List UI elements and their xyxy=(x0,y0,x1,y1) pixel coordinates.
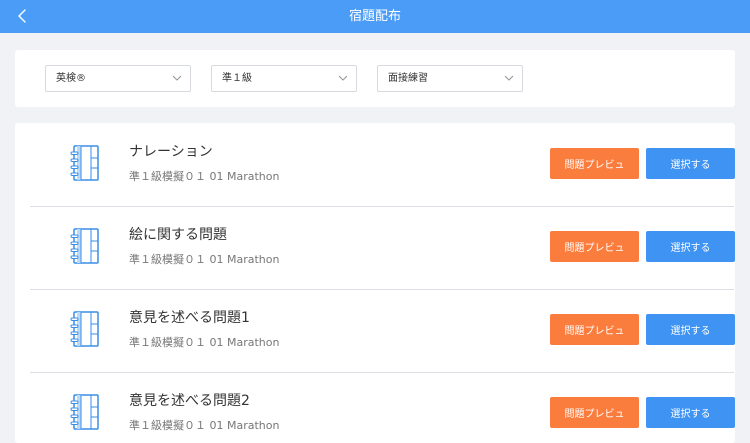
app-header: 宿題配布 xyxy=(0,0,750,33)
preview-button[interactable]: 問題プレビュ xyxy=(550,314,639,345)
grade-select[interactable]: 準１級 xyxy=(211,65,357,92)
grade-value: 準１級 xyxy=(222,73,252,84)
list-item: 意見を述べる問題1 準１級模擬０１ 01 Marathon 問題プレビュ 選択す… xyxy=(30,289,735,373)
notebook-icon xyxy=(70,145,99,181)
preview-button[interactable]: 問題プレビュ xyxy=(550,148,639,179)
list-item: ナレーション 準１級模擬０１ 01 Marathon 問題プレビュ 選択する xyxy=(30,123,735,207)
assignment-subtitle: 準１級模擬０１ 01 Marathon xyxy=(129,419,280,432)
notebook-icon xyxy=(70,228,99,264)
chevron-down-icon xyxy=(338,75,348,81)
assignment-subtitle: 準１級模擬０１ 01 Marathon xyxy=(129,253,280,266)
preview-button[interactable]: 問題プレビュ xyxy=(550,397,639,428)
notebook-icon xyxy=(70,311,99,347)
select-button[interactable]: 選択する xyxy=(646,397,735,428)
assignment-subtitle: 準１級模擬０１ 01 Marathon xyxy=(129,170,280,183)
list-item: 絵に関する問題 準１級模擬０１ 01 Marathon 問題プレビュ 選択する xyxy=(30,206,735,290)
chevron-down-icon xyxy=(172,75,182,81)
chevron-down-icon xyxy=(504,75,514,81)
exam-type-select[interactable]: 英検® xyxy=(45,65,191,92)
filter-panel: 英検® 準１級 面接練習 xyxy=(15,50,735,107)
select-button[interactable]: 選択する xyxy=(646,148,735,179)
select-button[interactable]: 選択する xyxy=(646,231,735,262)
assignment-title: 意見を述べる問題2 xyxy=(129,393,250,409)
preview-button[interactable]: 問題プレビュ xyxy=(550,231,639,262)
section-value: 面接練習 xyxy=(388,73,428,84)
assignment-title: ナレーション xyxy=(129,144,213,160)
list-item: 意見を述べる問題2 準１級模擬０１ 01 Marathon 問題プレビュ 選択す… xyxy=(30,372,735,443)
section-select[interactable]: 面接練習 xyxy=(377,65,523,92)
assignment-list: ナレーション 準１級模擬０１ 01 Marathon 問題プレビュ 選択する 絵… xyxy=(15,123,735,443)
assignment-title: 絵に関する問題 xyxy=(129,227,227,243)
page-title: 宿題配布 xyxy=(348,9,401,24)
exam-type-value: 英検® xyxy=(56,73,86,84)
assignment-subtitle: 準１級模擬０１ 01 Marathon xyxy=(129,336,280,349)
assignment-title: 意見を述べる問題1 xyxy=(129,310,250,326)
notebook-icon xyxy=(70,394,99,430)
select-button[interactable]: 選択する xyxy=(646,314,735,345)
